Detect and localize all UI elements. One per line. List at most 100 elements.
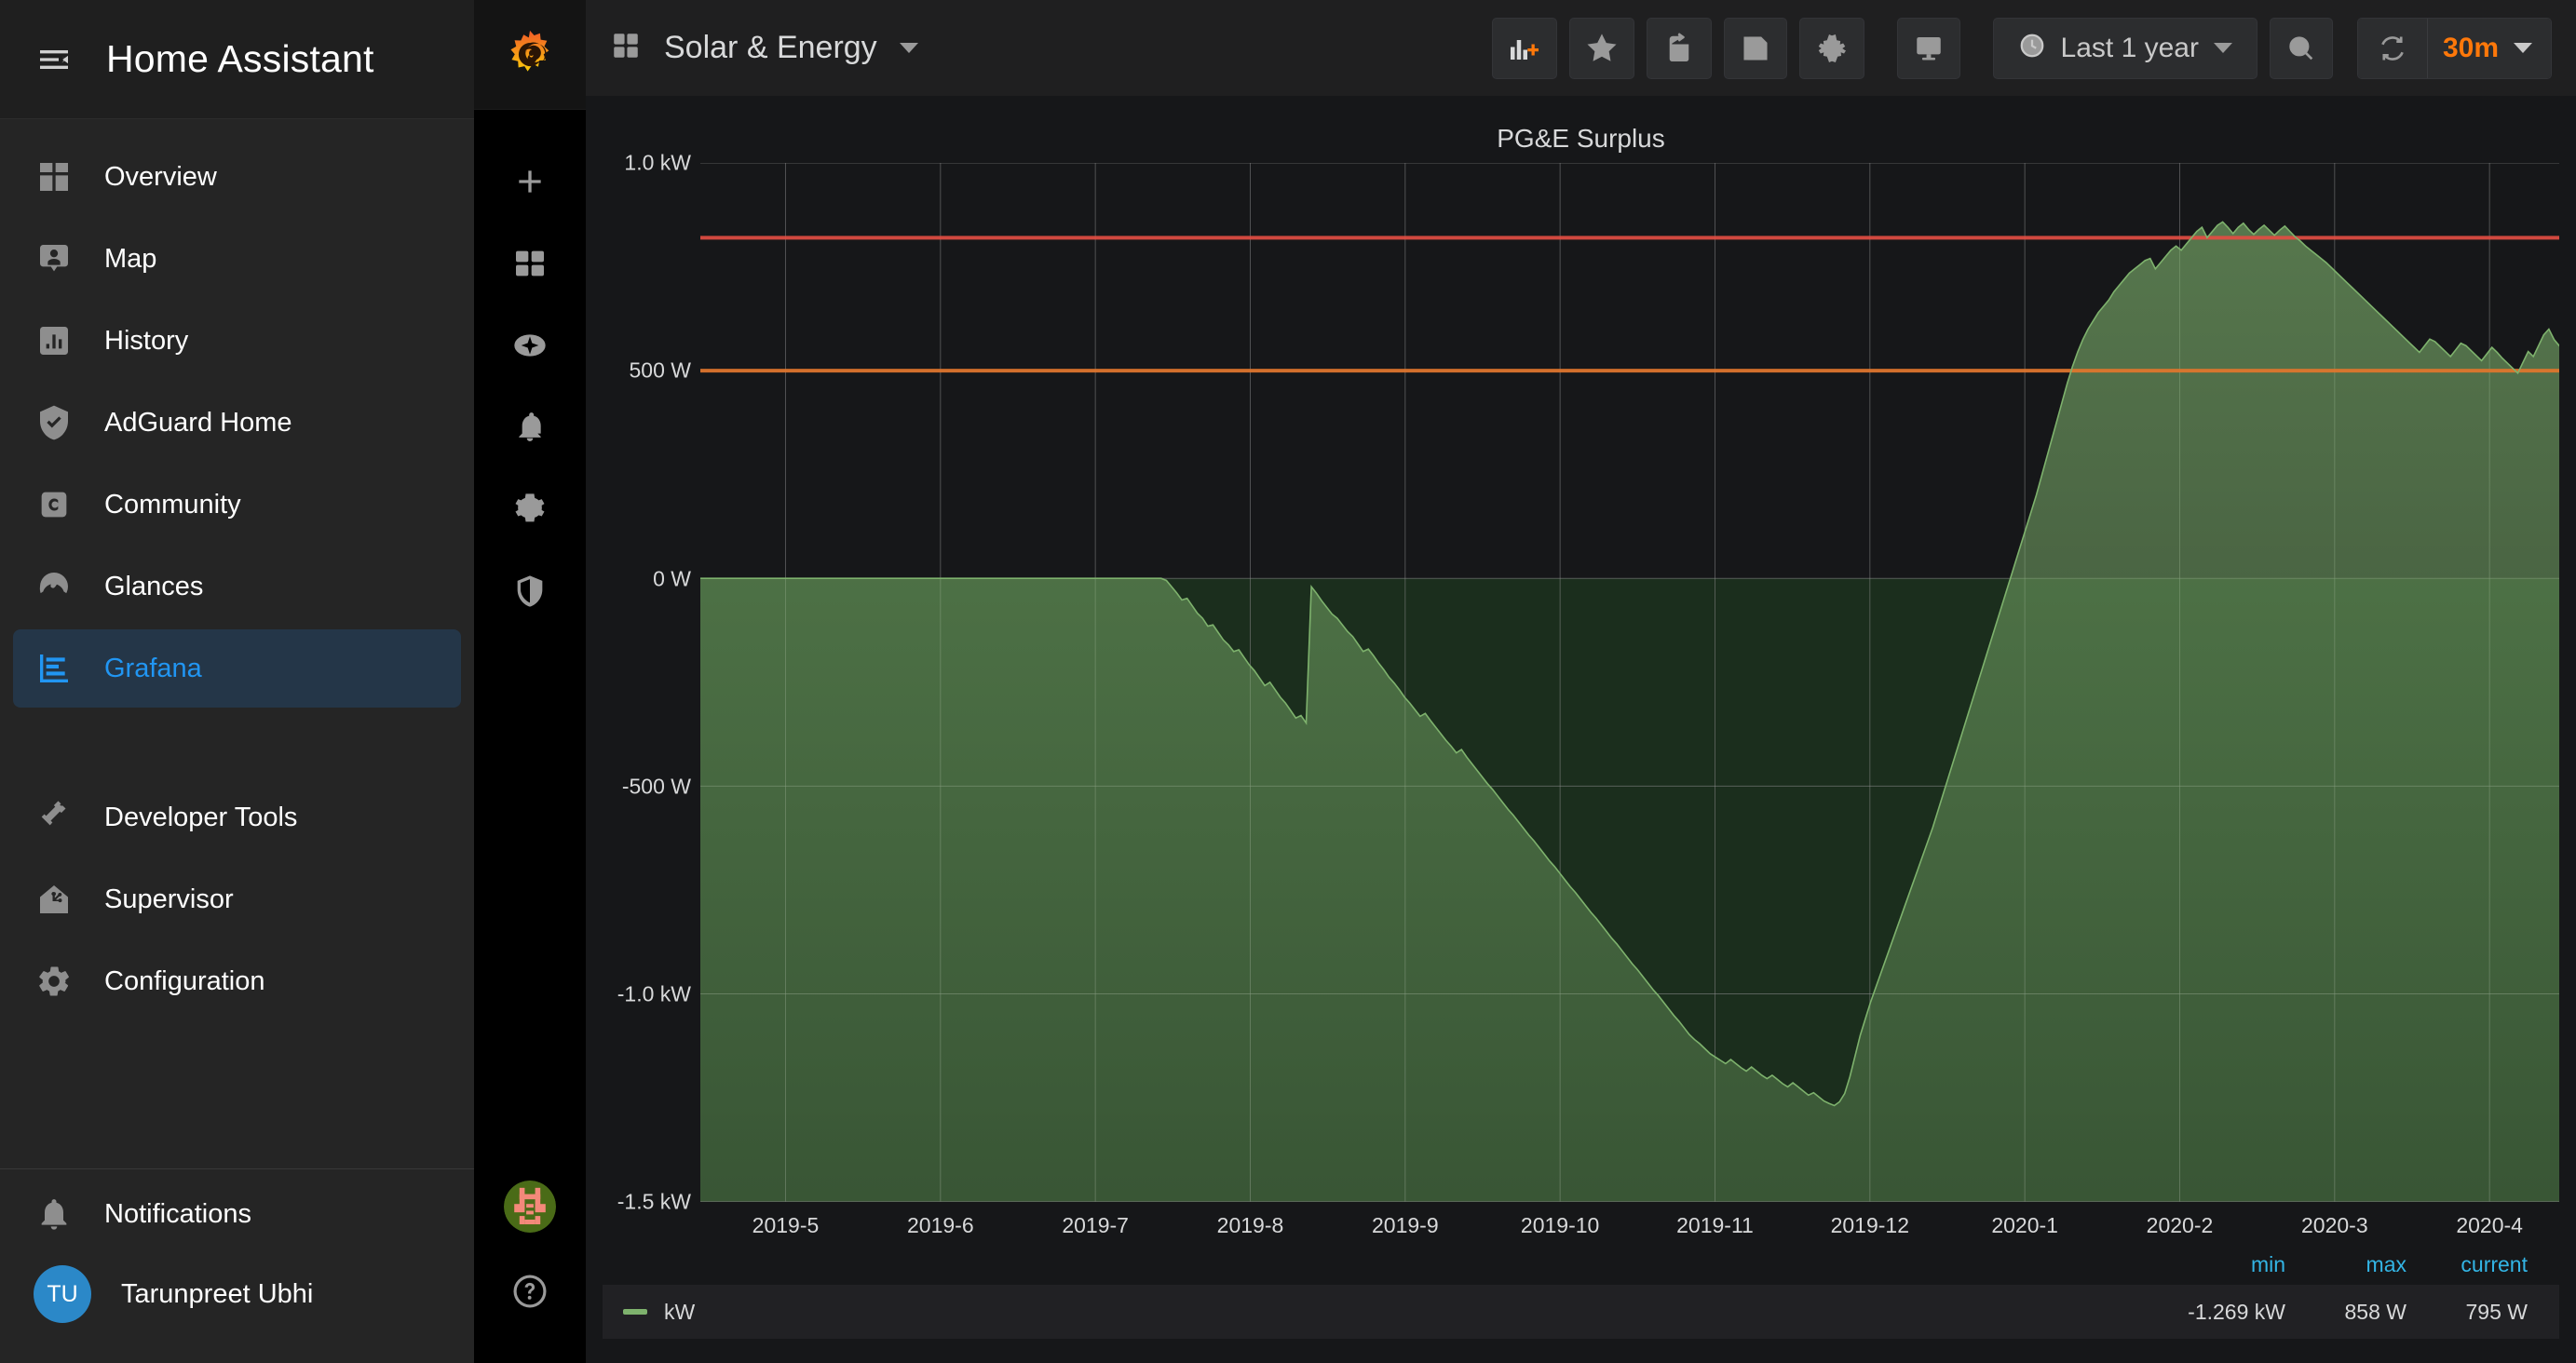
hammer-icon <box>34 797 75 838</box>
sidebar-item-label: Glances <box>104 572 203 602</box>
plot-area[interactable] <box>700 163 2559 1202</box>
legend-max-value: 858 W <box>2285 1300 2407 1325</box>
sidebar-item-notifications[interactable]: Notifications <box>13 1175 461 1253</box>
x-axis-tick: 2019-7 <box>1062 1213 1129 1238</box>
dashboard-toolbar: Solar & Energy <box>586 0 2576 96</box>
refresh-button[interactable] <box>2358 19 2427 78</box>
sidebar-footer: Notifications TU Tarunpreet Ubhi <box>0 1155 474 1363</box>
refresh-interval-picker[interactable]: 30m <box>2427 19 2551 78</box>
y-axis-tick: -1.5 kW <box>617 1189 691 1214</box>
legend-row[interactable]: kW -1.269 kW 858 W 795 W <box>603 1285 2559 1339</box>
dashboard-title-picker[interactable]: Solar & Energy <box>610 30 918 66</box>
sidebar-item-label: Notifications <box>104 1199 251 1230</box>
toolbar-actions: Last 1 year 30m <box>1492 18 2552 79</box>
sidebar-item-user-profile[interactable]: TU Tarunpreet Ubhi <box>13 1255 461 1333</box>
refresh-interval-label: 30m <box>2443 33 2499 64</box>
dashboard-squares-icon <box>610 30 642 66</box>
chart-box-icon <box>34 320 75 361</box>
sidebar-header: Home Assistant <box>0 0 474 119</box>
identicon-avatar-icon[interactable] <box>504 1181 556 1233</box>
y-axis-tick: -500 W <box>622 774 691 799</box>
sidebar-item-grafana[interactable]: Grafana <box>13 629 461 708</box>
y-axis-tick: 0 W <box>653 566 691 591</box>
plot-wrapper: 1.0 kW500 W0 W-500 W-1.0 kW-1.5 kW <box>603 163 2559 1202</box>
sidebar-item-label: Community <box>104 490 241 520</box>
legend-series-name[interactable]: kW <box>664 1300 695 1325</box>
cog-icon <box>34 961 75 1002</box>
grafana-logo-icon[interactable] <box>474 0 586 110</box>
dashboard-title: Solar & Energy <box>664 30 877 66</box>
y-axis: 1.0 kW500 W0 W-500 W-1.0 kW-1.5 kW <box>603 163 700 1202</box>
sidebar-item-supervisor[interactable]: Supervisor <box>13 860 461 938</box>
legend-values: -1.269 kW 858 W 795 W <box>2146 1300 2528 1325</box>
bell-icon[interactable] <box>489 402 571 452</box>
dashboard-settings-button[interactable] <box>1799 18 1864 79</box>
legend-current-value: 795 W <box>2407 1300 2528 1325</box>
dashboards-squares-icon[interactable] <box>489 238 571 289</box>
x-axis-tick: 2020-4 <box>2456 1213 2523 1238</box>
home-assistant-supervisor-icon <box>34 879 75 920</box>
legend-column-header[interactable]: current <box>2407 1252 2528 1277</box>
x-axis-tick: 2020-3 <box>2301 1213 2368 1238</box>
sidebar-item-configuration[interactable]: Configuration <box>13 942 461 1020</box>
legend-column-header[interactable]: max <box>2285 1252 2407 1277</box>
x-axis-tick: 2019-10 <box>1521 1213 1599 1238</box>
sidebar-item-overview[interactable]: Overview <box>13 138 461 216</box>
y-axis-tick: 500 W <box>630 358 691 384</box>
sidebar-gap <box>0 709 474 776</box>
community-c-icon <box>34 484 75 525</box>
sidebar-item-adguard-home[interactable]: AdGuard Home <box>13 384 461 462</box>
grafana-main: Solar & Energy <box>586 0 2576 1363</box>
shield-check-icon <box>34 402 75 443</box>
add-panel-button[interactable] <box>1492 18 1557 79</box>
x-axis-tick: 2019-12 <box>1831 1213 1909 1238</box>
sidebar-item-label: Developer Tools <box>104 803 297 833</box>
zoom-out-time-button[interactable] <box>2270 18 2333 79</box>
x-axis-tick: 2019-5 <box>752 1213 820 1238</box>
menu-collapse-icon[interactable] <box>30 35 78 84</box>
legend-column-header[interactable]: min <box>2146 1252 2285 1277</box>
sidebar-item-developer-tools[interactable]: Developer Tools <box>13 778 461 857</box>
x-axis-tick: 2020-1 <box>1991 1213 2058 1238</box>
panel-title[interactable]: PG&E Surplus <box>603 103 2559 163</box>
panel-body: 1.0 kW500 W0 W-500 W-1.0 kW-1.5 kW 2019-… <box>603 163 2559 1354</box>
sidebar-divider <box>0 1168 474 1169</box>
sidebar-item-community[interactable]: Community <box>13 466 461 544</box>
x-axis-tick: 2019-9 <box>1372 1213 1439 1238</box>
map-marker-account-icon <box>34 238 75 279</box>
save-dashboard-button[interactable] <box>1724 18 1787 79</box>
gear-icon[interactable] <box>489 484 571 534</box>
x-axis-tick: 2019-8 <box>1217 1213 1284 1238</box>
nav-rail-items <box>474 156 586 616</box>
clock-icon <box>2018 32 2046 64</box>
time-range-label: Last 1 year <box>2061 33 2199 64</box>
chart-bar-stacked-icon <box>34 648 75 689</box>
view-dashboard-icon <box>34 156 75 197</box>
caret-down-icon <box>2214 43 2232 53</box>
mark-favorite-button[interactable] <box>1569 18 1634 79</box>
sidebar-item-glances[interactable]: Glances <box>13 547 461 626</box>
caret-down-icon <box>2514 43 2532 53</box>
caret-down-icon <box>900 43 918 53</box>
graph-panel: PG&E Surplus 1.0 kW500 W0 W-500 W-1.0 kW… <box>603 103 2559 1354</box>
sidebar-item-label: Overview <box>104 162 217 193</box>
avatar: TU <box>34 1265 91 1323</box>
legend-min-value: -1.269 kW <box>2146 1300 2285 1325</box>
time-range-picker[interactable]: Last 1 year <box>1993 18 2257 79</box>
grafana-nav-rail <box>474 0 586 1363</box>
x-axis: 2019-52019-62019-72019-82019-92019-10201… <box>700 1202 2559 1252</box>
sidebar-item-label: AdGuard Home <box>104 408 292 439</box>
sidebar-item-map[interactable]: Map <box>13 220 461 298</box>
y-axis-tick: 1.0 kW <box>624 151 691 176</box>
nav-rail-bottom <box>489 1181 571 1363</box>
plus-icon[interactable] <box>489 156 571 207</box>
sidebar-item-label: Grafana <box>104 654 202 684</box>
compass-icon[interactable] <box>489 320 571 371</box>
shield-icon[interactable] <box>489 566 571 616</box>
legend-color-swatch[interactable] <box>623 1309 647 1315</box>
user-name-label: Tarunpreet Ubhi <box>121 1279 313 1310</box>
share-dashboard-button[interactable] <box>1647 18 1712 79</box>
sidebar-item-history[interactable]: History <box>13 302 461 380</box>
question-circle-icon[interactable] <box>489 1266 571 1316</box>
tv-kiosk-button[interactable] <box>1897 18 1960 79</box>
